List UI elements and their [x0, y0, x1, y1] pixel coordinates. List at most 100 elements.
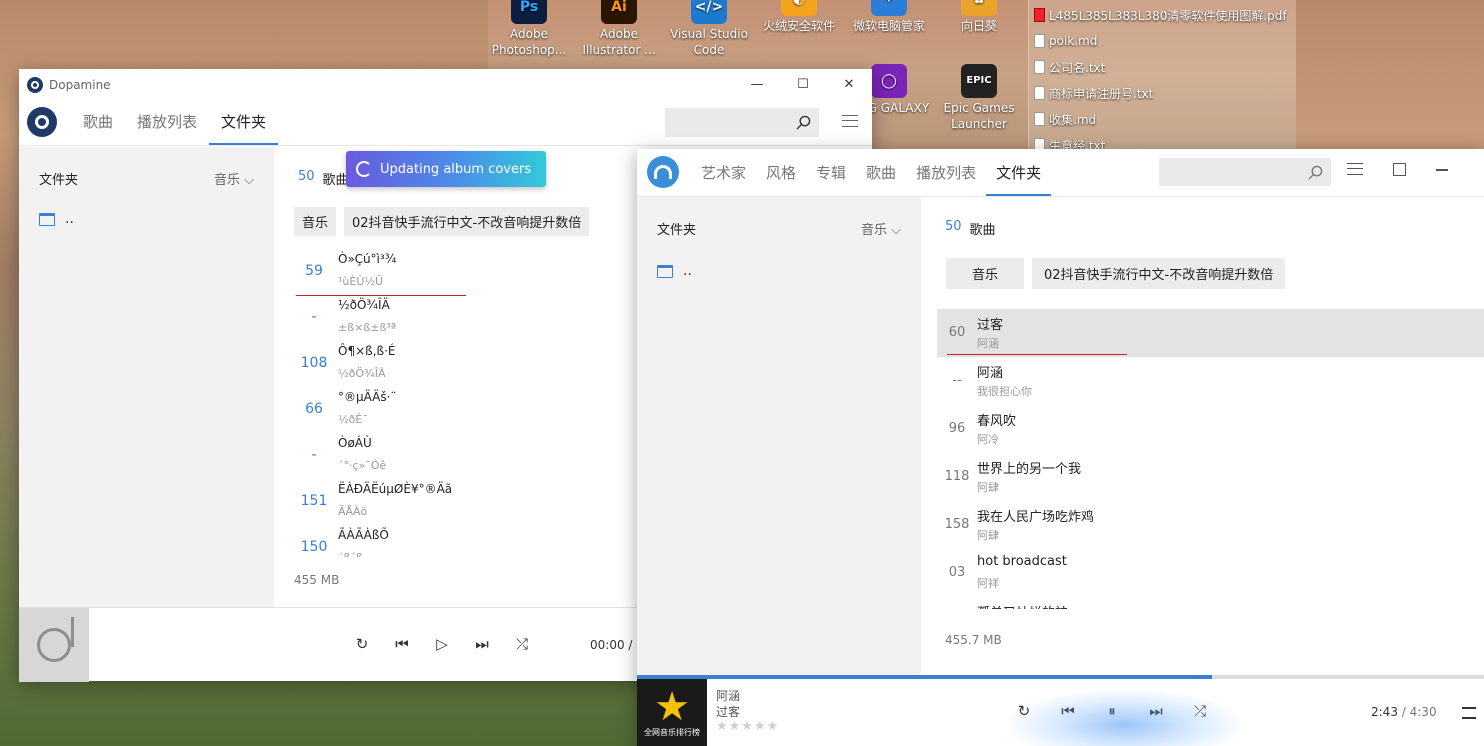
desktop-icon[interactable]: Ai Adobe Illustrator ... [574, 0, 664, 58]
pdf-file-icon [1034, 8, 1045, 22]
window-controls: — ☐ ✕ [734, 69, 872, 100]
track-number: - [311, 309, 317, 325]
tab-2[interactable]: 专辑 [806, 162, 856, 196]
song-artist: ´ß´ß [338, 551, 363, 557]
file-name: polk.md [1049, 34, 1098, 48]
tab-3[interactable]: 歌曲 [856, 162, 906, 196]
minimize-button[interactable]: — [734, 69, 780, 100]
text-file-icon [1034, 34, 1045, 48]
folder-item-parent[interactable]: .. [39, 211, 74, 227]
song-row[interactable]: 158 我在人民广场吃炸鸡 阿肆 [937, 501, 1484, 549]
next-icon[interactable]: ⏭ [472, 634, 492, 654]
song-title: 孤单又灿烂的神 [977, 602, 1068, 609]
track-number: 66 [305, 401, 323, 417]
app-icon: ✦ [871, 0, 907, 16]
now-playing-artist: 阿涵 [716, 689, 741, 703]
tab-5[interactable]: 文件夹 [986, 162, 1052, 196]
file-name: L485L385L383L380清零软件使用图解.pdf [1049, 8, 1287, 23]
track-number: - [311, 447, 317, 463]
desktop-icon[interactable]: EPIC Epic Games Launcher [934, 64, 1024, 132]
music-window: 艺术家 风格 专辑 歌曲 播放列表 文件夹 文件夹 音乐 ⌵ .. 50 歌曲 音乐 02抖… [637, 149, 1484, 746]
search-input-2[interactable] [1159, 158, 1331, 186]
breadcrumb-chip[interactable]: 02抖音快手流行中文-不改音响提升数倍 [344, 207, 590, 236]
search-icon [1308, 165, 1323, 180]
tab-0[interactable]: 艺术家 [691, 162, 756, 196]
desktop-icon-label: Adobe Photoshop... [491, 27, 567, 57]
play-icon[interactable]: ▷ [432, 634, 452, 654]
headphones-logo-icon [647, 156, 679, 188]
song-title: Ô¶×ß,ß·É [338, 344, 396, 358]
song-artist: 阿祥 [977, 577, 999, 590]
song-row[interactable]: 118 世界上的另一个我 阿肆 [937, 453, 1484, 501]
rating-stars[interactable]: ★★★★★ [716, 719, 779, 734]
menu-icon[interactable] [1347, 163, 1363, 175]
desktop-icon[interactable]: Ps Adobe Photoshop... [484, 0, 574, 58]
music-selector[interactable]: 音乐 ⌵ [214, 169, 254, 188]
desktop-file[interactable]: 公司名.txt [1034, 57, 1105, 77]
desktop-icon-label: 微软电脑管家 [852, 19, 925, 33]
queue-icon[interactable] [1462, 707, 1476, 719]
song-row[interactable]: 60 过客 阿涵 [937, 309, 1484, 357]
file-name: 公司名.txt [1049, 60, 1106, 75]
desktop-icon[interactable]: ◐ 火绒安全软件 [754, 0, 844, 34]
track-number: 96 [948, 421, 966, 436]
shuffle-icon[interactable]: ⤮ [1190, 701, 1210, 721]
previous-icon[interactable]: ⏮ [392, 634, 412, 654]
total-size: 455 MB [294, 573, 340, 587]
breadcrumb-chip[interactable]: 02抖音快手流行中文-不改音响提升数倍 [1032, 258, 1286, 289]
desktop-icon-label: Adobe Illustrator ... [582, 27, 656, 57]
app-icon: ◯ [871, 64, 907, 98]
app-icon: Ai [601, 0, 637, 24]
folder-label: .. [65, 211, 74, 227]
song-title: ËÀÐÄËúµØÈ¥°®Äã [338, 482, 453, 496]
playback-controls: ↻ ⏮ ⏸ ⏭ ⤮ [1014, 701, 1210, 721]
song-row[interactable]: 孤单又灿烂的神 [937, 597, 1484, 609]
minimize-icon[interactable] [1436, 169, 1448, 171]
breadcrumb-chip[interactable]: 音乐 [946, 258, 1025, 289]
shuffle-icon[interactable]: ⤮ [512, 634, 532, 654]
pause-icon[interactable]: ⏸ [1102, 701, 1122, 721]
song-row[interactable]: 03 hot broadcast 阿祥 [937, 549, 1484, 597]
song-artist: 阿肆 [977, 529, 999, 542]
song-row[interactable]: -- 阿涵 我很担心你 [937, 357, 1484, 405]
search-input[interactable] [665, 108, 819, 137]
tab-2[interactable]: 文件夹 [209, 111, 279, 145]
app-icon: EPIC [961, 64, 997, 98]
desktop-icon-label: Epic Games Launcher [943, 101, 1015, 131]
desktop-file[interactable]: 收集.md [1034, 109, 1096, 129]
song-title: Ò»Çú°ì³¾ [338, 252, 397, 266]
loop-icon[interactable]: ↻ [352, 634, 372, 654]
track-number: 150 [300, 539, 328, 555]
breadcrumb-chip[interactable]: 音乐 [294, 207, 337, 236]
tab-4[interactable]: 播放列表 [906, 162, 986, 196]
desktop-icon[interactable]: ✦ 微软电脑管家 [844, 0, 934, 34]
close-button[interactable]: ✕ [826, 69, 872, 100]
playback-controls: ↻ ⏮ ▷ ⏭ ⤮ [352, 634, 532, 654]
now-playing-track: 过客 [716, 705, 741, 719]
music-selector[interactable]: 音乐 ⌵ [861, 219, 901, 238]
song-artist: 阿涵 [977, 337, 999, 350]
folder-panel: 文件夹 音乐 ⌵ .. [19, 147, 274, 607]
desktop-icon[interactable]: </> Visual Studio Code [664, 0, 754, 58]
album-cover: ★ 全网音乐排行榜 [637, 679, 707, 746]
maximize-button[interactable]: ☐ [780, 69, 826, 100]
menu-icon[interactable] [842, 115, 858, 127]
desktop-file[interactable]: 商标申请注册号.txt [1034, 83, 1153, 103]
song-title: 我在人民广场吃炸鸡 [977, 510, 1095, 525]
folder-item-parent[interactable]: .. [657, 263, 692, 279]
desktop-file[interactable]: polk.md [1034, 31, 1097, 51]
track-number: 60 [948, 325, 966, 340]
song-row[interactable]: 96 春风吹 阿冷 [937, 405, 1484, 453]
desktop-file[interactable]: L485L385L383L380清零软件使用图解.pdf [1034, 5, 1287, 25]
breadcrumb: 音乐 02抖音快手流行中文-不改音响提升数倍 [294, 207, 590, 236]
tab-0[interactable]: 歌曲 [71, 111, 125, 145]
app-icon: Ps [511, 0, 547, 24]
next-icon[interactable]: ⏭ [1146, 701, 1166, 721]
desktop-icon[interactable]: ✿ 向日葵 [934, 0, 1024, 34]
restore-icon[interactable] [1393, 163, 1406, 176]
tab-1[interactable]: 风格 [756, 162, 806, 196]
loop-icon[interactable]: ↻ [1014, 701, 1034, 721]
previous-icon[interactable]: ⏮ [1058, 701, 1078, 721]
tab-1[interactable]: 播放列表 [125, 111, 209, 145]
song-artist: ½ðÖ¾ÎÄ [338, 367, 386, 380]
